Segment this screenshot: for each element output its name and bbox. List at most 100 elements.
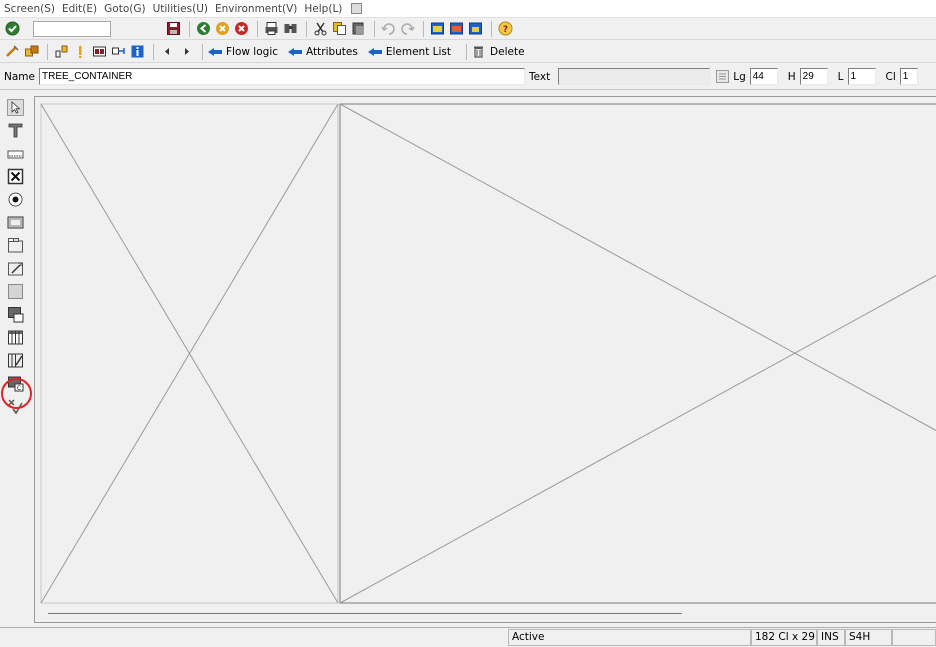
canvas-drawing <box>40 103 936 604</box>
separator <box>491 20 492 37</box>
standard-toolbar: ? <box>0 18 936 40</box>
status-system: S4H <box>845 629 892 646</box>
display-change-icon[interactable] <box>4 43 21 60</box>
h-field[interactable]: 29 <box>799 68 828 85</box>
name-field[interactable]: TREE_CONTAINER <box>38 68 525 85</box>
l-field[interactable]: 1 <box>847 68 876 85</box>
separator <box>189 20 190 37</box>
element-attribute-row: Name TREE_CONTAINER Text Lg 44 H 29 L 1 … <box>0 64 936 90</box>
command-field[interactable] <box>33 20 111 37</box>
input-field-tool-icon[interactable] <box>6 144 25 163</box>
cancel-icon[interactable] <box>233 20 250 37</box>
text-label: Text <box>528 70 551 83</box>
separator <box>257 20 258 37</box>
check-icon[interactable] <box>53 43 70 60</box>
delete-button[interactable]: Delete <box>472 45 525 58</box>
trash-icon <box>474 46 484 58</box>
element-list-button[interactable]: Element List <box>367 45 452 58</box>
enter-icon[interactable] <box>4 20 21 37</box>
push-button-tool-icon[interactable] <box>6 213 25 232</box>
separator <box>423 20 424 37</box>
subscreen-tool-icon[interactable] <box>6 305 25 324</box>
attributes-label: Attributes <box>306 45 358 58</box>
status-message <box>0 629 508 646</box>
l-label: L <box>837 70 844 83</box>
name-label: Name <box>4 70 35 83</box>
checkbox-tool-icon[interactable] <box>6 167 25 186</box>
flow-logic-button[interactable]: Flow logic <box>208 46 278 58</box>
info-icon[interactable] <box>129 43 146 60</box>
save-icon[interactable] <box>165 20 182 37</box>
element-list-label: Element List <box>385 45 452 58</box>
hierarchy-icon[interactable] <box>110 43 127 60</box>
placeholder-diagonal <box>339 103 936 432</box>
undo-icon[interactable] <box>380 20 397 37</box>
menu-edit[interactable]: Edit(E) <box>62 3 97 15</box>
horizontal-scrollbar[interactable] <box>48 613 682 614</box>
arrow-left-icon <box>208 47 222 56</box>
menu-goto[interactable]: Goto(G) <box>104 3 145 15</box>
cut-icon[interactable] <box>312 20 329 37</box>
application-toolbar: Flow logic Attributes Element List Delet… <box>0 41 936 63</box>
tabstrip-wizard-icon[interactable] <box>6 259 25 278</box>
placeholder-diagonal <box>339 274 936 604</box>
h-label: H <box>787 70 796 83</box>
separator <box>306 20 307 37</box>
table-wizard-icon[interactable] <box>6 351 25 370</box>
redo-icon[interactable] <box>399 20 416 37</box>
separator <box>202 43 203 60</box>
cl-field[interactable]: 1 <box>899 68 918 85</box>
menu-bar: Screen(S) Edit(E) Goto(G) Utilities(U) E… <box>0 0 936 18</box>
menu-screen[interactable]: Screen(S) <box>4 3 55 15</box>
status-bar: Active 182 Cl x 29 L INS S4H <box>0 627 936 647</box>
separator <box>153 43 154 60</box>
back-icon[interactable] <box>195 20 212 37</box>
activate-icon[interactable] <box>72 43 89 60</box>
status-mode: Active <box>508 629 751 646</box>
exit-icon[interactable] <box>214 20 231 37</box>
menu-utilities[interactable]: Utilities(U) <box>153 3 208 15</box>
cl-label: Cl <box>885 70 896 83</box>
lg-field[interactable]: 44 <box>749 68 778 85</box>
attributes-button[interactable]: Attributes <box>288 46 358 58</box>
pointer-tool-icon[interactable] <box>6 98 25 117</box>
separator <box>466 43 468 60</box>
paste-icon[interactable] <box>350 20 367 37</box>
text-field[interactable] <box>558 68 711 85</box>
menu-help[interactable]: Help(L) <box>304 3 342 15</box>
active-inactive-icon[interactable] <box>23 43 40 60</box>
menu-environment[interactable]: Environment(V) <box>215 3 297 15</box>
shortcut-icon[interactable] <box>448 20 465 37</box>
box-tool-icon[interactable] <box>6 282 25 301</box>
arrow-left-icon <box>367 47 382 56</box>
element-palette: C <box>1 98 32 428</box>
copy-icon[interactable] <box>331 20 348 37</box>
arrow-left-icon <box>288 47 303 56</box>
help-icon[interactable]: ? <box>497 20 514 37</box>
previous-icon[interactable] <box>159 43 176 60</box>
find-icon[interactable] <box>282 20 299 37</box>
create-session-icon[interactable] <box>429 20 446 37</box>
layout-canvas[interactable] <box>34 96 936 623</box>
table-control-tool-icon[interactable] <box>6 328 25 347</box>
text-edit-icon[interactable] <box>716 70 730 83</box>
lg-label: Lg <box>733 70 746 83</box>
separator <box>47 43 48 60</box>
svg-text:?: ? <box>503 25 508 35</box>
tabstrip-tool-icon[interactable] <box>6 236 25 255</box>
separator <box>374 20 375 37</box>
status-extra <box>892 629 936 646</box>
status-ins[interactable]: INS <box>817 629 845 646</box>
layout-icon[interactable] <box>467 20 484 37</box>
layout-editor-icon[interactable] <box>91 43 108 60</box>
print-icon[interactable] <box>263 20 280 37</box>
delete-label: Delete <box>490 45 525 58</box>
flow-logic-label: Flow logic <box>226 45 279 58</box>
highlight-annotation <box>1 378 32 409</box>
next-icon[interactable] <box>178 43 195 60</box>
text-field-tool-icon[interactable] <box>6 121 25 140</box>
radio-button-tool-icon[interactable] <box>6 190 25 209</box>
tree-container-placeholder <box>339 103 936 604</box>
customize-layout-icon[interactable] <box>351 3 363 14</box>
status-size: 182 Cl x 29 L <box>751 629 817 646</box>
